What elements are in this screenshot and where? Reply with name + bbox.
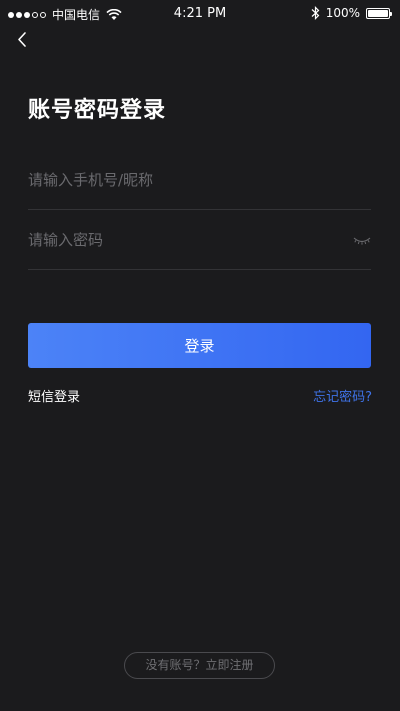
battery-fill (368, 9, 388, 17)
back-button[interactable] (12, 28, 36, 52)
forgot-password-link[interactable]: 忘记密码? (313, 386, 372, 405)
bluetooth-icon (311, 6, 320, 20)
status-bar: 中国电信 4:21 PM 100% (0, 0, 400, 28)
status-right: 100% (311, 6, 392, 20)
account-field (28, 150, 371, 210)
chevron-left-icon (18, 32, 26, 47)
password-field (28, 210, 371, 270)
battery-percent: 100% (325, 6, 360, 20)
battery-icon (366, 7, 392, 19)
page-title: 账号密码登录 (28, 98, 167, 123)
register-button[interactable]: 没有账号？立即注册 (124, 652, 275, 679)
login-screen: 中国电信 4:21 PM 100% 账号密码登录 请输入手机号/昵称 登录 短信… (0, 0, 400, 711)
eye-closed-icon[interactable] (353, 236, 371, 246)
account-input[interactable] (28, 150, 371, 209)
password-input[interactable] (28, 210, 371, 269)
sms-login-link[interactable]: 短信登录 (28, 386, 80, 405)
login-button[interactable]: 登录 (28, 323, 371, 368)
